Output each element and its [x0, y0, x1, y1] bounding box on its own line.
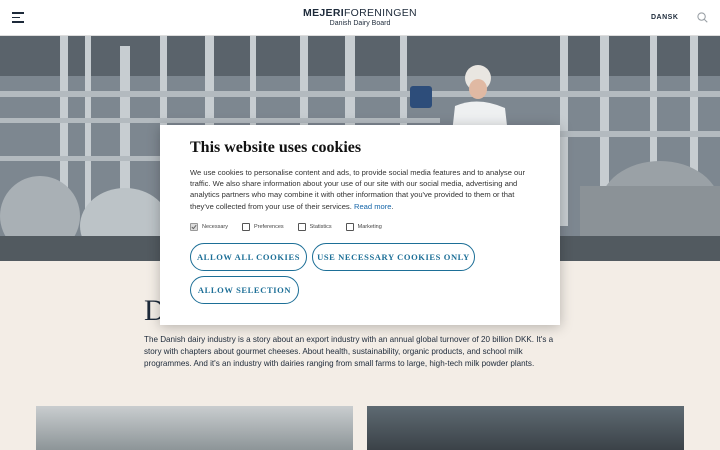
necessary-label: Necessary	[202, 224, 228, 230]
cookie-dialog-text: We use cookies to personalise content an…	[190, 168, 526, 211]
necessary-cookies-only-button[interactable]: USE NECESSARY COOKIES ONLY	[312, 243, 475, 271]
checkbox-statistics[interactable]: Statistics	[297, 223, 332, 231]
allow-all-cookies-button[interactable]: ALLOW ALL COOKIES	[190, 243, 307, 271]
marketing-label[interactable]: Marketing	[358, 224, 382, 230]
marketing-checkbox[interactable]	[345, 223, 354, 231]
preferences-checkbox[interactable]	[241, 223, 250, 231]
read-more-link[interactable]: Read more	[354, 202, 392, 211]
cookie-dialog-title: This website uses cookies	[190, 139, 362, 156]
checkmark-icon	[191, 224, 197, 230]
checkbox-necessary: Necessary	[190, 223, 228, 231]
necessary-checkbox	[190, 223, 198, 231]
statistics-checkbox[interactable]	[297, 223, 306, 231]
cookie-categories: Necessary Preferences Statistics Marketi…	[190, 222, 396, 232]
statistics-label[interactable]: Statistics	[310, 224, 332, 230]
cookie-consent-dialog: This website uses cookies We use cookies…	[160, 125, 560, 325]
checkbox-preferences[interactable]: Preferences	[241, 223, 284, 231]
preferences-label[interactable]: Preferences	[254, 224, 284, 230]
checkbox-marketing[interactable]: Marketing	[345, 223, 382, 231]
allow-selection-button[interactable]: ALLOW SELECTION	[190, 276, 299, 304]
